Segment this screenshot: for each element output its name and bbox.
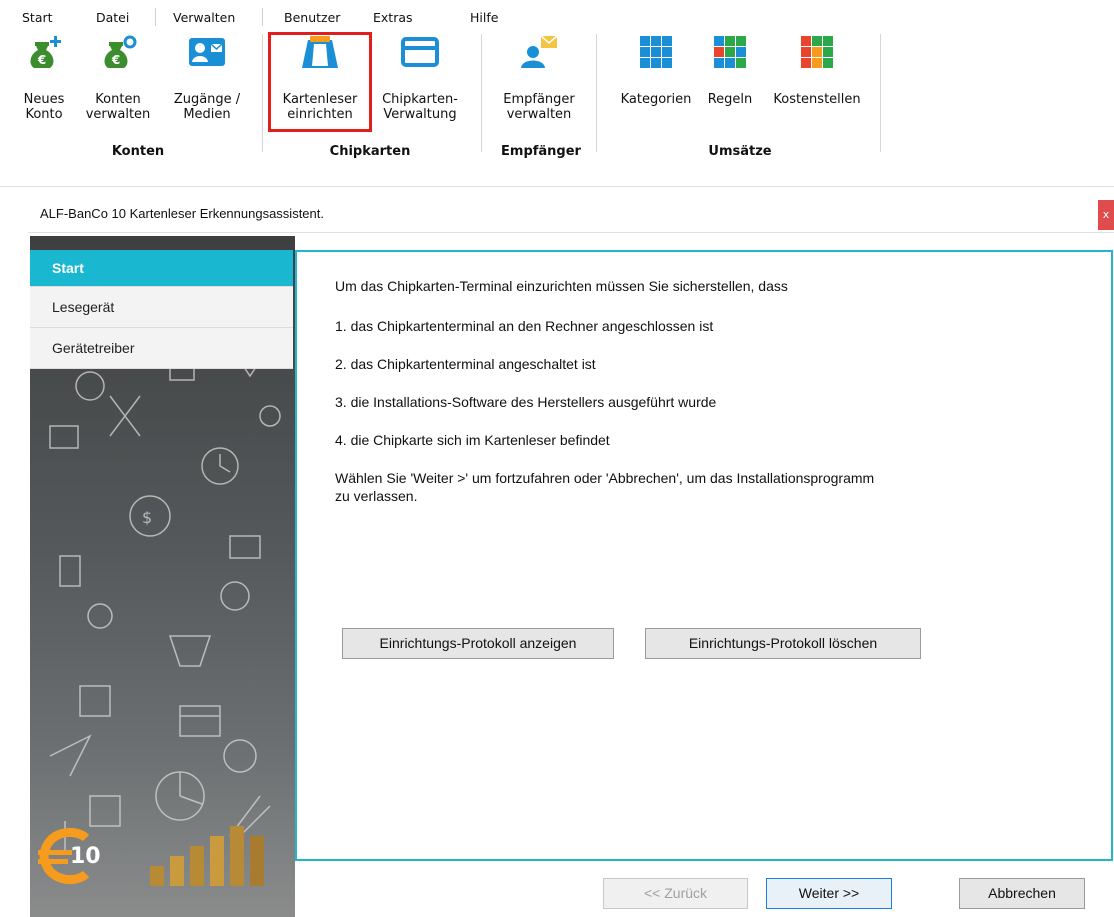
alf-banco-logo: 10 [36, 826, 106, 886]
contact-card-icon [189, 38, 225, 66]
svg-text:€: € [111, 53, 120, 67]
group-label-umsaetze: Umsätze [708, 144, 772, 159]
cancel-button[interactable]: Abbrechen [959, 878, 1085, 909]
hint-text-line1: Wählen Sie 'Weiter >' um fortzufahren od… [335, 470, 875, 486]
menu-separator [155, 8, 156, 26]
rules-button[interactable]: Regeln [702, 30, 758, 120]
ribbon: € Neues Konto € Konten verwalten Zugänge… [0, 30, 1114, 170]
credit-card-icon [401, 37, 439, 67]
step-2-text: 2. das Chipkartenterminal angeschaltet i… [335, 356, 596, 372]
manage-accounts-label: Konten verwalten [85, 92, 151, 122]
sidebar: $ Start Lesegerät Gerätetreiber 10 [30, 236, 295, 917]
menu-hilfe[interactable]: Hilfe [470, 10, 498, 25]
menu-bar: Start Datei Verwalten Benutzer Extras Hi… [0, 0, 1114, 30]
category-grid-icon [640, 36, 672, 68]
manage-recipients-label: Empfänger verwalten [503, 92, 575, 122]
new-account-label: Neues Konto [23, 92, 65, 122]
step-4-text: 4. die Chipkarte sich im Kartenleser bef… [335, 432, 610, 448]
menu-verwalten[interactable]: Verwalten [173, 10, 235, 25]
nav-step-start[interactable]: Start [30, 250, 293, 287]
svg-text:$: $ [142, 508, 152, 527]
money-bag-gear-icon: € [104, 35, 137, 68]
menu-datei[interactable]: Datei [96, 10, 129, 25]
money-bag-plus-icon: € [30, 36, 61, 68]
cost-centers-label: Kostenstellen [773, 92, 861, 107]
cost-grid-icon [801, 36, 833, 68]
show-log-button[interactable]: Einrichtungs-Protokoll anzeigen [342, 628, 614, 659]
logo-number: 10 [70, 844, 101, 869]
new-account-button[interactable]: € Neues Konto [14, 30, 74, 130]
dialog-divider [28, 232, 1114, 233]
rules-label: Regeln [707, 92, 753, 107]
group-label-konten: Konten [111, 144, 165, 159]
content-panel: Um das Chipkarten-Terminal einzurichten … [295, 250, 1113, 861]
chipcard-management-button[interactable]: Chipkarten- Verwaltung [374, 30, 466, 130]
nav-step-driver[interactable]: Gerätetreiber [30, 328, 293, 369]
back-button[interactable]: << Zurück [603, 878, 748, 909]
ribbon-divider [0, 186, 1114, 187]
group-separator [596, 34, 597, 152]
menu-start[interactable]: Start [22, 10, 53, 25]
wizard-nav: Start Lesegerät Gerätetreiber [30, 250, 293, 369]
access-media-button[interactable]: Zugänge / Medien [164, 30, 250, 130]
dialog-title: ALF-BanCo 10 Kartenleser Erkennungsassis… [40, 206, 324, 221]
svg-text:€: € [37, 53, 46, 67]
chipcard-management-label: Chipkarten- Verwaltung [382, 92, 458, 122]
delete-log-button[interactable]: Einrichtungs-Protokoll löschen [645, 628, 921, 659]
cost-centers-button[interactable]: Kostenstellen [764, 30, 870, 120]
coin-stacks-illustration [150, 826, 264, 886]
step-1-text: 1. das Chipkartenterminal an den Rechner… [335, 318, 714, 334]
menu-separator [262, 8, 263, 26]
categories-label: Kategorien [620, 92, 692, 107]
manage-accounts-button[interactable]: € Konten verwalten [78, 30, 158, 130]
close-button[interactable]: x [1098, 200, 1114, 230]
manage-recipients-button[interactable]: Empfänger verwalten [494, 30, 584, 130]
menu-benutzer[interactable]: Benutzer [284, 10, 340, 25]
step-3-text: 3. die Installations-Software des Herste… [335, 394, 717, 410]
group-separator [481, 34, 482, 152]
rules-grid-icon [714, 36, 746, 68]
group-separator [880, 34, 881, 152]
hint-text-line2: zu verlassen. [335, 488, 418, 504]
intro-text: Um das Chipkarten-Terminal einzurichten … [335, 278, 788, 294]
person-mail-icon [521, 35, 558, 68]
group-separator [262, 34, 263, 152]
highlight-frame [268, 32, 372, 132]
access-media-label: Zugänge / Medien [173, 92, 241, 122]
group-label-chipkarten: Chipkarten [329, 144, 411, 159]
next-button[interactable]: Weiter >> [766, 878, 892, 909]
nav-step-reader[interactable]: Lesegerät [30, 287, 293, 328]
group-label-empfaenger: Empfänger [501, 144, 581, 159]
menu-extras[interactable]: Extras [373, 10, 413, 25]
categories-button[interactable]: Kategorien [616, 30, 696, 120]
